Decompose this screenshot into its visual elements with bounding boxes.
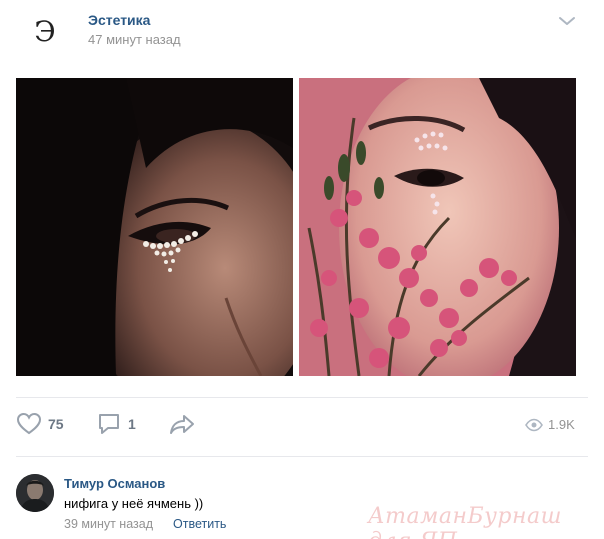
- group-avatar[interactable]: Э: [22, 8, 68, 54]
- comment-count: 1: [128, 416, 136, 432]
- group-name[interactable]: Эстетика: [88, 12, 150, 28]
- views-count: 1.9K: [548, 417, 575, 432]
- post-time[interactable]: 47 минут назад: [88, 32, 181, 47]
- photo-woman-pink-flowers[interactable]: [299, 78, 576, 376]
- comment-icon: [99, 414, 119, 434]
- post-photos: [16, 78, 576, 376]
- chevron-down-icon[interactable]: [557, 14, 577, 28]
- post-header: Э Эстетика 47 минут назад: [0, 0, 604, 70]
- post-actions: 75 1 1.9K: [0, 402, 604, 448]
- heart-icon: [16, 412, 42, 435]
- like-count: 75: [48, 416, 64, 432]
- watermark: АтаманБурнаш для ЯП: [368, 504, 562, 539]
- comment-text: нифига у неё ячмень )): [64, 496, 204, 511]
- share-icon: [170, 415, 194, 434]
- comment-time[interactable]: 39 минут назад: [64, 517, 153, 531]
- photo-woman-pearl-eyeliner[interactable]: [16, 78, 293, 376]
- share-button[interactable]: [168, 412, 196, 436]
- comment-button[interactable]: 1: [96, 412, 136, 436]
- eye-icon: [525, 418, 543, 431]
- views-counter: 1.9K: [525, 417, 575, 432]
- actions-divider-top: [16, 397, 588, 398]
- like-button[interactable]: 75: [16, 412, 64, 436]
- avatar[interactable]: [16, 474, 54, 512]
- comments-divider: [16, 456, 588, 457]
- comment-author[interactable]: Тимур Османов: [64, 476, 165, 491]
- reply-link[interactable]: Ответить: [173, 517, 226, 531]
